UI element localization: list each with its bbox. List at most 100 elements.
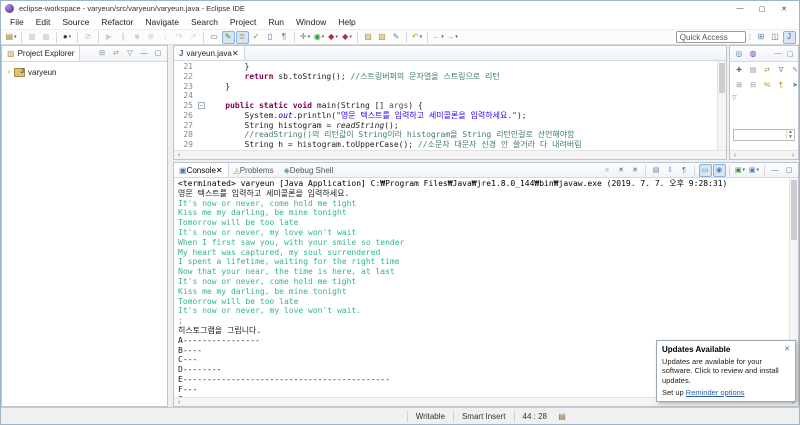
collapse-icon[interactable]: ⊟ [747, 79, 760, 92]
menu-source[interactable]: Source [56, 16, 95, 29]
menu-refactor[interactable]: Refactor [95, 16, 139, 29]
open-type-icon[interactable]: ▨ [362, 31, 375, 44]
task-search-input[interactable]: ▲ ▼ [733, 129, 795, 141]
maximize-icon[interactable]: ▢ [152, 47, 165, 60]
tab-task-list-tab[interactable]: ◎ [733, 47, 746, 60]
tab-problems[interactable]: ◬ Problems [229, 163, 279, 177]
editor-vertical-scrollbar[interactable] [717, 61, 726, 150]
new-task-icon[interactable]: ✚ [733, 64, 746, 77]
coverage-icon[interactable]: ◆ ▾ [327, 31, 340, 44]
categorize-icon[interactable]: ▤ [747, 64, 760, 77]
console-view-icon[interactable]: ▭ [208, 31, 221, 44]
resource-perspective-icon[interactable]: ◫ [769, 31, 782, 44]
status-tip-icon[interactable]: ▤ [555, 412, 569, 421]
dropdown-arrow-icon[interactable]: ▾ [441, 34, 444, 40]
dropdown-arrow-icon[interactable]: ▾ [455, 34, 458, 40]
menu-run[interactable]: Run [262, 16, 290, 29]
sort-icon[interactable]: ¶ [775, 79, 788, 92]
back-icon[interactable]: ← ▾ [432, 31, 445, 44]
popup-body[interactable]: Updates are available for your software.… [662, 357, 790, 386]
scroll-left-icon[interactable]: ‹ [174, 399, 184, 406]
tab-console[interactable]: ▣ Console ✕ [174, 163, 229, 177]
remove-all-launches-icon[interactable]: ✕ [629, 164, 642, 177]
annotation-icon[interactable]: ¶ [278, 31, 291, 44]
menu-search[interactable]: Search [185, 16, 224, 29]
close-window-button[interactable]: ✕ [773, 2, 795, 15]
collapse-all-icon[interactable]: ⊟ [96, 47, 109, 60]
pin-console-icon[interactable]: ◉ [712, 163, 726, 177]
mark-occurrences-icon[interactable]: ✎ [221, 30, 235, 44]
run-icon[interactable]: ◉ ▾ [313, 31, 326, 44]
minimize-icon[interactable]: — [138, 47, 151, 60]
popup-close-icon[interactable]: ✕ [784, 345, 790, 353]
menu-navigate[interactable]: Navigate [139, 16, 185, 29]
dropdown-arrow-icon[interactable]: ▾ [757, 167, 760, 173]
go-into-icon[interactable]: ➤ [789, 79, 800, 92]
minimize-window-button[interactable]: — [729, 2, 751, 15]
spinner-icons[interactable]: ▲ ▼ [786, 130, 794, 140]
menu-file[interactable]: File [4, 16, 30, 29]
dropdown-arrow-icon[interactable]: ▾ [349, 34, 352, 40]
link-with-editor-icon[interactable]: ⇄ [110, 47, 123, 60]
maximize-icon[interactable]: ▢ [783, 164, 796, 177]
expand-arrow-icon[interactable]: › [4, 69, 14, 76]
external-tools-icon[interactable]: ◆ ▾ [341, 31, 354, 44]
close-tab-icon[interactable]: ✕ [216, 166, 223, 175]
tab-connector-tab[interactable]: ◍ [747, 47, 760, 60]
menu-edit[interactable]: Edit [30, 16, 57, 29]
minimize-icon[interactable]: — [772, 48, 784, 60]
dropdown-arrow-icon[interactable]: ▾ [335, 34, 338, 40]
tab-project-explorer[interactable]: ▧ Project Explorer [2, 46, 81, 61]
clear-console-icon[interactable]: ▤ [650, 164, 663, 177]
sync-icon[interactable]: ⇄ [761, 64, 774, 77]
tab-varyeun-java[interactable]: J varyeun.java ✕ [174, 46, 245, 60]
dropdown-arrow-icon[interactable]: ▾ [743, 167, 746, 173]
quick-access-input[interactable]: Quick Access [675, 31, 746, 43]
open-resource-icon[interactable]: ▧ [376, 31, 389, 44]
display-console-icon[interactable]: ▣ ▾ [734, 164, 747, 177]
forward-icon[interactable]: → ▾ [446, 31, 459, 44]
maximize-window-button[interactable]: ▢ [751, 2, 773, 15]
menu-help[interactable]: Help [332, 16, 361, 29]
task-marker-icon[interactable]: ✓ [250, 31, 263, 44]
view-menu-icon[interactable]: ▽ [124, 47, 137, 60]
fold-collapse-icon[interactable]: − [196, 101, 206, 111]
debug-icon[interactable]: ✛ ▾ [299, 31, 312, 44]
menu-window[interactable]: Window [290, 16, 332, 29]
menu-project[interactable]: Project [224, 16, 262, 29]
last-edit-location-icon[interactable]: ↶ ▾ [411, 31, 424, 44]
filter-icon[interactable]: ∇ [775, 64, 788, 77]
reminder-options-link[interactable]: Reminder options [686, 388, 745, 397]
group-icon[interactable]: ⊞ [733, 79, 746, 92]
dropdown-arrow-icon[interactable]: ▾ [322, 34, 325, 40]
open-perspective-icon[interactable]: ⊞ [755, 31, 768, 44]
tree-item-varyeun[interactable]: › varyeun [4, 66, 165, 78]
pencil-icon[interactable]: ✎ [789, 64, 800, 77]
task-horizontal-scrollbar[interactable]: ‹ › [730, 150, 798, 159]
scroll-left-icon[interactable]: ‹ [174, 152, 184, 159]
minimize-icon[interactable]: — [769, 164, 782, 177]
word-wrap-icon[interactable]: ¶ [678, 164, 691, 177]
remove-launch-icon[interactable]: ✕ [615, 164, 628, 177]
bookmark-icon[interactable]: ▯ [264, 31, 277, 44]
new-wizard-icon[interactable]: ▤ ▾ [5, 31, 18, 44]
dropdown-arrow-icon[interactable]: ▾ [69, 34, 72, 40]
java-perspective-icon[interactable]: J [782, 30, 796, 44]
dropdown-arrow-icon[interactable]: ▾ [420, 34, 423, 40]
editor-horizontal-scrollbar[interactable]: ‹ [174, 150, 726, 159]
launch-config-icon[interactable]: ● ▾ [61, 31, 74, 44]
search-icon[interactable]: ✎ [390, 31, 403, 44]
view-menu-icon[interactable]: ▽ [732, 94, 796, 101]
maximize-icon[interactable]: ▢ [784, 48, 796, 60]
tab-debug-shell[interactable]: ◈ Debug Shell [279, 163, 339, 177]
dropdown-arrow-icon[interactable]: ▾ [308, 34, 311, 40]
scroll-left-icon[interactable]: ‹ [730, 152, 740, 159]
open-console-icon[interactable]: ▣ ▾ [748, 164, 761, 177]
scroll-lock-icon[interactable]: ⇩ [664, 164, 677, 177]
show-selected-console-icon[interactable]: ▭ [698, 163, 712, 177]
scroll-right-icon[interactable]: › [788, 152, 798, 159]
close-tab-icon[interactable]: ✕ [232, 49, 239, 58]
percent-icon[interactable]: % [761, 79, 774, 92]
code-editor[interactable]: 21 } 22 return sb.toString(); //스트링버퍼의 문자… [174, 61, 717, 150]
dropdown-arrow-icon[interactable]: ▾ [14, 34, 17, 40]
